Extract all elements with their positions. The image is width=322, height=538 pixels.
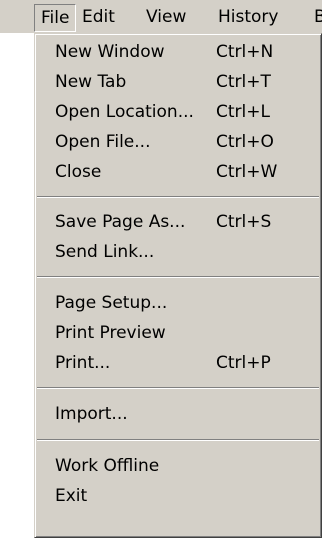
menu-item-label: Print Preview xyxy=(55,323,166,343)
menu-item-label: Send Link... xyxy=(55,242,155,262)
menu-item-shortcut: Ctrl+N xyxy=(216,42,274,62)
menu-bar: File Edit View History B xyxy=(0,0,322,33)
menu-item-exit[interactable]: Exit xyxy=(35,481,321,511)
menu-item-shortcut: Ctrl+S xyxy=(216,212,272,232)
menu-item-send-link[interactable]: Send Link... xyxy=(35,237,321,267)
menu-item-open-location[interactable]: Open Location... Ctrl+L xyxy=(35,97,321,127)
menu-edit[interactable]: Edit xyxy=(76,4,121,32)
menu-item-open-file[interactable]: Open File... Ctrl+O xyxy=(35,127,321,157)
menu-item-shortcut: Ctrl+L xyxy=(216,102,270,122)
menu-item-new-window[interactable]: New Window Ctrl+N xyxy=(35,37,321,67)
menu-separator xyxy=(37,439,319,441)
menu-item-shortcut: Ctrl+T xyxy=(216,72,271,92)
menu-item-save-page-as[interactable]: Save Page As... Ctrl+S xyxy=(35,207,321,237)
menu-item-label: Import... xyxy=(55,404,128,424)
menu-item-label: New Window xyxy=(55,42,165,62)
menu-item-close[interactable]: Close Ctrl+W xyxy=(35,157,321,187)
menu-item-print-preview[interactable]: Print Preview xyxy=(35,318,321,348)
menu-separator xyxy=(37,276,319,278)
menu-item-label: Work Offline xyxy=(55,456,160,476)
menu-item-label: Page Setup... xyxy=(55,293,168,313)
menu-item-label: Close xyxy=(55,162,102,182)
menu-item-label: Save Page As... xyxy=(55,212,186,232)
file-menu-dropdown: New Window Ctrl+N New Tab Ctrl+T Open Lo… xyxy=(34,33,322,538)
menu-item-shortcut: Ctrl+P xyxy=(216,353,271,373)
menu-item-shortcut: Ctrl+W xyxy=(216,162,278,182)
menu-item-new-tab[interactable]: New Tab Ctrl+T xyxy=(35,67,321,97)
menu-bookmarks[interactable]: B xyxy=(308,4,322,32)
menu-item-page-setup[interactable]: Page Setup... xyxy=(35,288,321,318)
menu-item-work-offline[interactable]: Work Offline xyxy=(35,451,321,481)
menu-item-print[interactable]: Print... Ctrl+P xyxy=(35,348,321,378)
menu-item-shortcut: Ctrl+O xyxy=(216,132,274,152)
menu-item-label: Exit xyxy=(55,486,88,506)
menu-item-label: Open Location... xyxy=(55,102,194,122)
menu-item-label: New Tab xyxy=(55,72,127,92)
menu-item-label: Print... xyxy=(55,353,111,373)
menu-view[interactable]: View xyxy=(140,4,192,32)
menu-separator xyxy=(37,196,319,198)
menu-item-import[interactable]: Import... xyxy=(35,399,321,429)
menu-file[interactable]: File xyxy=(34,4,77,32)
menu-separator xyxy=(37,387,319,389)
menu-item-label: Open File... xyxy=(55,132,151,152)
menu-history[interactable]: History xyxy=(212,4,284,32)
